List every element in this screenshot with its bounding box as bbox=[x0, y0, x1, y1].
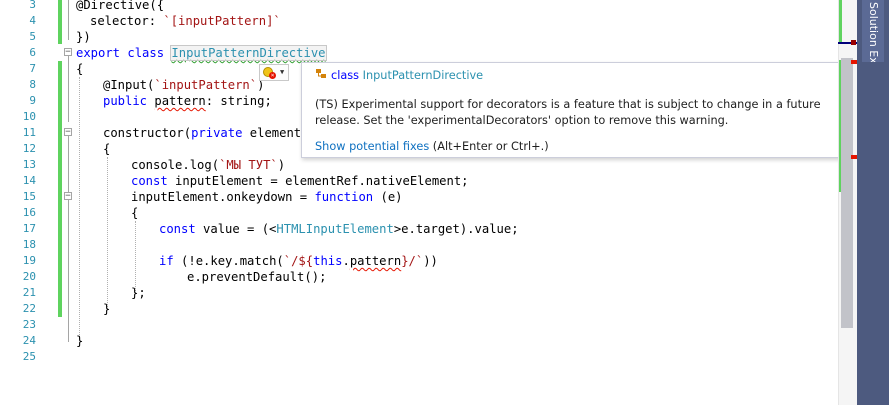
tooltip-fix-row: Show potential fixes (Alt+Enter or Ctrl+… bbox=[315, 139, 549, 155]
code-line: export class InputPatternDirective bbox=[76, 45, 327, 61]
line-number: 8 bbox=[29, 78, 36, 91]
tooltip-symbol-name: InputPatternDirective bbox=[362, 69, 484, 82]
outline-line bbox=[68, 56, 69, 122]
code-editor[interactable]: 3 4 5 6 7 8 9 10 11 12 13 14 15 16 17 18… bbox=[0, 0, 868, 405]
line-number: 10 bbox=[22, 110, 36, 123]
line-number: 16 bbox=[22, 206, 36, 219]
code-line: }) bbox=[76, 30, 91, 44]
line-number: 15 bbox=[22, 190, 36, 203]
line-number: 3 bbox=[29, 0, 36, 11]
indent-guide bbox=[107, 157, 108, 309]
line-number: 19 bbox=[22, 254, 36, 267]
collapse-region-icon[interactable]: − bbox=[64, 192, 72, 201]
line-number: 21 bbox=[22, 286, 36, 299]
class-icon bbox=[316, 69, 326, 78]
code-line: @Input(`inputPattern`) bbox=[103, 78, 265, 92]
line-number: 12 bbox=[22, 142, 36, 155]
code-line: public pattern: string; bbox=[103, 94, 272, 108]
code-line: } bbox=[76, 334, 84, 348]
tooltip-kind: class bbox=[331, 69, 360, 82]
outline-line bbox=[68, 136, 69, 194]
collapse-region-icon[interactable]: − bbox=[64, 48, 72, 57]
show-potential-fixes-link[interactable]: Show potential fixes bbox=[315, 140, 429, 153]
line-number: 6 bbox=[29, 46, 36, 59]
line-number: 18 bbox=[22, 238, 36, 251]
outline-line bbox=[68, 0, 69, 40]
tooltip-message: (TS) Experimental support for decorators… bbox=[315, 98, 821, 127]
code-line: { bbox=[131, 206, 139, 220]
scrollbar-thumb[interactable] bbox=[841, 58, 853, 328]
line-number: 4 bbox=[29, 14, 36, 27]
code-line: } bbox=[103, 302, 111, 316]
line-number: 7 bbox=[29, 62, 36, 75]
line-number: 23 bbox=[22, 318, 36, 331]
code-line: console.log(`МЫ ТУТ`) bbox=[131, 158, 286, 172]
code-line: e.preventDefault(); bbox=[187, 270, 327, 284]
code-line: if (!e.key.match(`/${this.pattern}/`)) bbox=[159, 254, 438, 268]
line-number: 22 bbox=[22, 302, 36, 315]
chevron-down-icon: ▼ bbox=[280, 68, 285, 76]
indent-guide bbox=[135, 221, 136, 293]
line-number: 25 bbox=[22, 350, 36, 363]
line-number: 9 bbox=[29, 94, 36, 107]
line-number: 11 bbox=[22, 126, 36, 139]
line-number: 5 bbox=[29, 30, 36, 43]
line-number: 24 bbox=[22, 334, 36, 347]
light-bulb-button[interactable]: × ▼ bbox=[259, 64, 289, 81]
line-number: 17 bbox=[22, 222, 36, 235]
quick-info-tooltip: class InputPatternDirective (TS) Experim… bbox=[301, 62, 868, 158]
line-number: 13 bbox=[22, 158, 36, 171]
line-number: 20 bbox=[22, 270, 36, 283]
indent-guide bbox=[79, 77, 80, 339]
line-number: 14 bbox=[22, 174, 36, 187]
change-marker bbox=[58, 0, 62, 44]
code-line: { bbox=[103, 142, 111, 156]
outline-line bbox=[68, 200, 69, 342]
error-icon: × bbox=[269, 72, 276, 79]
code-line: @Directive({ bbox=[76, 0, 165, 12]
code-line: selector: `[inputPattern]` bbox=[90, 14, 281, 28]
code-line: const value = (<HTMLInputElement>e.targe… bbox=[159, 222, 519, 236]
collapse-region-icon[interactable]: − bbox=[64, 128, 72, 137]
change-marker bbox=[58, 61, 62, 317]
tooltip-header: class InputPatternDirective bbox=[315, 68, 483, 84]
code-line: { bbox=[76, 62, 84, 76]
code-line: constructor(private elementRe bbox=[103, 126, 316, 140]
code-line: const inputElement = elementRef.nativeEl… bbox=[131, 174, 469, 188]
fix-shortcut: (Alt+Enter or Ctrl+.) bbox=[429, 140, 549, 153]
code-line: inputElement.onkeydown = function (e) bbox=[131, 190, 403, 204]
code-line: }; bbox=[131, 286, 146, 300]
scrollbar-change-marker bbox=[839, 0, 842, 44]
scrollbar-error-marker bbox=[851, 40, 856, 45]
solution-explorer-label: Solution Explorer bbox=[867, 2, 880, 62]
